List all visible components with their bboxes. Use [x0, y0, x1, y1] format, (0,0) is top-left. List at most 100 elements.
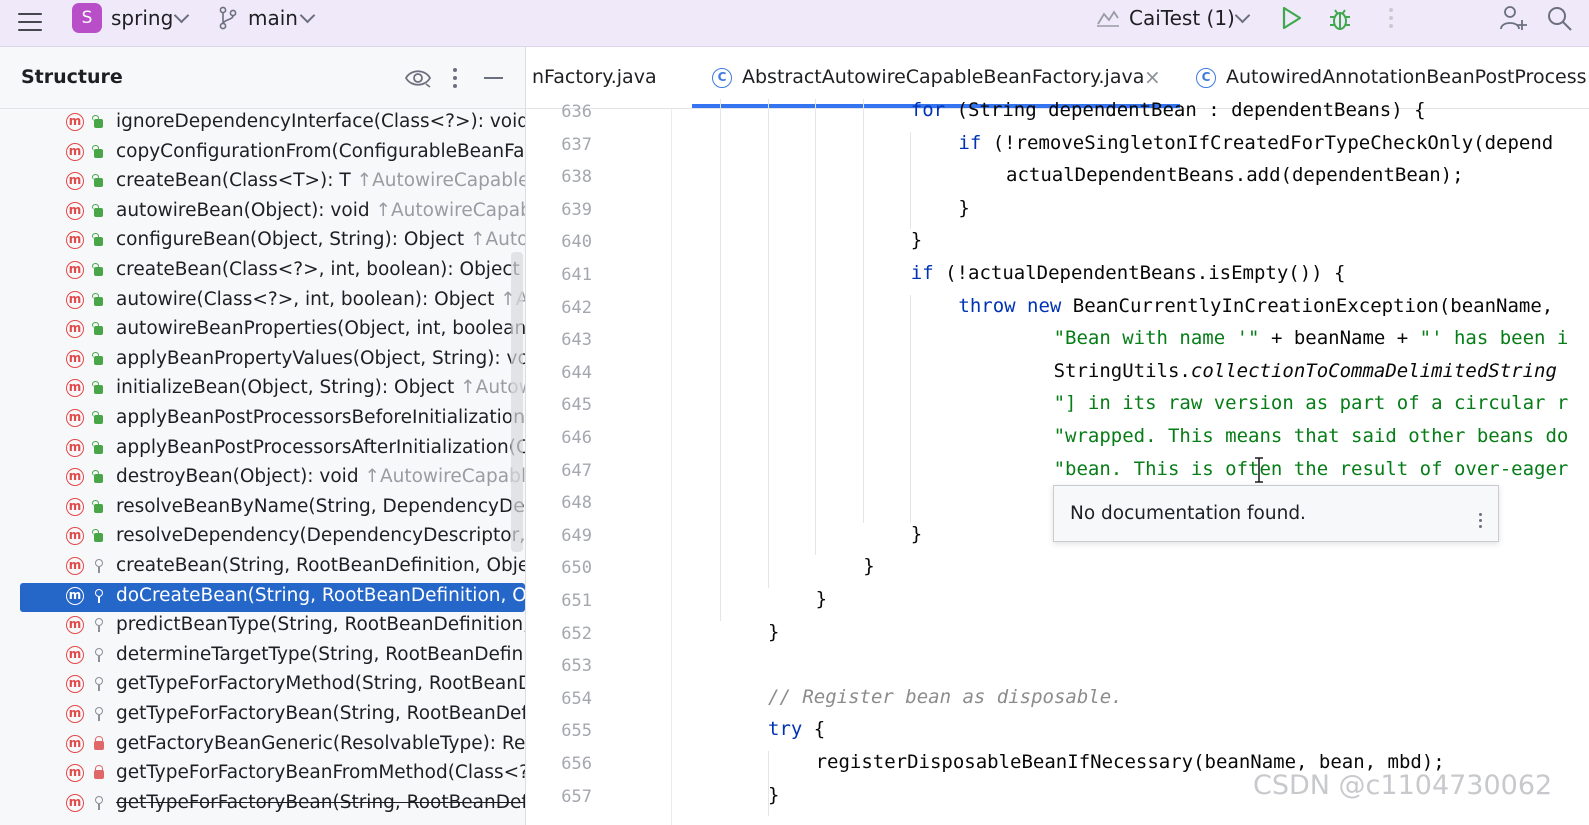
project-selector[interactable]: spring: [111, 6, 173, 30]
indent-guide: [767, 751, 769, 817]
public-visibility-icon: [92, 144, 103, 158]
method-icon: m: [66, 261, 84, 279]
add-user-icon[interactable]: [1498, 3, 1528, 33]
indent-guide: [910, 294, 912, 523]
indent-guide: [815, 99, 817, 556]
inherited-from-label: ↑AutowireCapabl: [364, 466, 525, 488]
indent-guide: [910, 131, 912, 230]
tree-item[interactable]: m resolveDependency(DependencyDescriptor,…: [20, 523, 525, 552]
eye-icon[interactable]: [404, 67, 432, 89]
method-icon: m: [66, 527, 84, 546]
tree-item[interactable]: m createBean(String, RootBeanDefinition, …: [20, 553, 525, 582]
tree-item[interactable]: m autowire(Class<?>, int, boolean): Objec…: [20, 287, 525, 316]
line-number: 637: [561, 134, 592, 155]
method-signature: initializeBean(Object, String): Object ↑…: [116, 377, 525, 398]
method-icon: m: [66, 438, 84, 457]
code-line: }: [815, 588, 828, 610]
structure-scrollbar[interactable]: [511, 252, 523, 552]
inherited-from-label: ↑Autow: [469, 229, 525, 251]
panel-title: Structure: [21, 66, 123, 88]
chevron-down-icon[interactable]: [173, 7, 190, 24]
tree-item[interactable]: m applyBeanPostProcessorsBeforeInitializa…: [20, 405, 525, 434]
tree-item[interactable]: m ignoreDependencyInterface(Class<?>): vo…: [20, 109, 525, 138]
protected-key-icon: [95, 647, 103, 662]
method-signature: applyBeanPropertyValues(Object, String):…: [116, 347, 525, 369]
protected-key-icon: [95, 588, 103, 603]
tree-item[interactable]: m destroyBean(Object): void ↑AutowireCapa…: [20, 464, 525, 493]
tree-item[interactable]: m doCreateBean(String, RootBeanDefinition…: [20, 582, 525, 612]
structure-panel: Structure m ignoreDependencyInterface(Cla…: [0, 47, 526, 825]
inherited-from-label: ↑AutowireCapab: [375, 199, 525, 221]
debug-icon[interactable]: [1326, 5, 1354, 33]
popup-options-icon[interactable]: [1479, 513, 1483, 531]
chevron-down-icon[interactable]: [299, 7, 316, 24]
method-signature: getTypeForFactoryBeanFromMethod(Class<?: [116, 762, 525, 784]
tree-item[interactable]: m initializeBean(Object, String): Object …: [20, 375, 525, 404]
tree-item[interactable]: m getTypeForFactoryBeanFromMethod(Class<?: [20, 760, 525, 789]
options-icon[interactable]: [452, 67, 458, 91]
code-line: }: [768, 783, 780, 806]
code-line: "bean. This is often the result of over-…: [1053, 457, 1569, 480]
close-icon[interactable]: ×: [1144, 65, 1161, 89]
method-icon: m: [66, 113, 84, 131]
method-icon: m: [66, 586, 84, 605]
method-signature: destroyBean(Object): void ↑AutowireCapab…: [116, 466, 525, 488]
tree-item[interactable]: m getTypeForFactoryBean(String, RootBeanD…: [20, 790, 525, 819]
tree-item[interactable]: m determineTargetType(String, RootBeanDef…: [20, 642, 525, 671]
line-number: 647: [561, 460, 592, 481]
code-line: "wrapped. This means that said other bea…: [1053, 425, 1569, 447]
public-visibility-icon: [92, 381, 103, 395]
line-number: 656: [561, 754, 592, 774]
tree-item[interactable]: m autowireBeanProperties(Object, int, boo…: [20, 316, 525, 345]
tree-item[interactable]: m createBean(Class<T>): T ↑AutowireCapabl…: [20, 168, 525, 197]
line-number: 657: [561, 786, 592, 807]
code-line: "] in its raw version as part of a circu…: [1053, 392, 1569, 415]
code-line: // Register bean as disposable.: [768, 685, 1123, 708]
method-icon: m: [66, 349, 84, 368]
code-area[interactable]: for (String dependentBean : dependentBea…: [672, 99, 1589, 825]
branch-selector[interactable]: main: [248, 6, 298, 30]
public-visibility-icon: [92, 292, 103, 306]
private-lock-icon: [94, 765, 104, 780]
tree-item[interactable]: m getTypeForFactoryBean(String, RootBeanD…: [20, 701, 525, 730]
tab-label: AbstractAutowireCapableBeanFactory.java: [742, 66, 1145, 88]
tree-item[interactable]: m applyBeanPropertyValues(Object, String)…: [20, 346, 525, 375]
search-icon[interactable]: [1545, 4, 1575, 34]
tree-item[interactable]: m getTypeForFactoryMethod(String, RootBea…: [20, 671, 525, 700]
code-line: }: [958, 196, 970, 219]
indent-guide: [767, 99, 769, 588]
tree-item[interactable]: m createBean(Class<?>, int, boolean): Obj…: [20, 257, 525, 286]
chevron-down-icon[interactable]: [1234, 7, 1251, 24]
tree-item[interactable]: m copyConfigurationFrom(ConfigurableBeanF…: [20, 139, 525, 168]
tree-item[interactable]: m configureBean(Object, String): Object ↑…: [20, 227, 525, 256]
run-icon[interactable]: [1278, 5, 1304, 31]
tree-item[interactable]: m predictBeanType(String, RootBeanDefinit…: [20, 612, 525, 641]
method-signature: createBean(Class<T>): T ↑AutowireCapable: [116, 170, 525, 191]
method-signature: copyConfigurationFrom(ConfigurableBeanFa…: [116, 140, 525, 162]
public-visibility-icon: [92, 174, 103, 188]
code-line: }: [910, 522, 923, 545]
documentation-popup: No documentation found.: [1053, 485, 1499, 542]
run-configuration-selector[interactable]: CaiTest (1): [1129, 6, 1235, 30]
minimize-icon[interactable]: [484, 77, 503, 79]
protected-key-icon: [95, 707, 103, 721]
git-branch-icon[interactable]: [219, 6, 237, 30]
method-signature: getTypeForFactoryBean(String, RootBeanDe…: [116, 791, 525, 813]
line-number: 653: [561, 656, 592, 677]
more-icon[interactable]: [1388, 6, 1394, 30]
project-badge[interactable]: S: [72, 3, 102, 33]
tree-item[interactable]: m autowireBean(Object): void ↑AutowireCap…: [20, 198, 525, 227]
tree-item[interactable]: m getFactoryBeanGeneric(ResolvableType): …: [20, 731, 525, 760]
editor-tab[interactable]: nFactory.java: [526, 47, 692, 108]
method-icon: m: [66, 468, 84, 487]
tree-item[interactable]: m resolveBeanByName(String, DependencyDes…: [20, 494, 525, 523]
code-line: StringUtils.collectionToCommaDelimitedSt…: [1053, 359, 1557, 382]
watermark: CSDN @c1104730062: [1253, 770, 1553, 801]
method-icon: m: [66, 231, 84, 250]
tree-item[interactable]: m applyBeanPostProcessorsAfterInitializat…: [20, 435, 525, 464]
method-icon: m: [66, 705, 84, 723]
class-icon: C: [1196, 68, 1216, 88]
line-number: 639: [561, 199, 592, 220]
hamburger-icon[interactable]: [16, 8, 44, 36]
public-visibility-icon: [92, 233, 103, 247]
